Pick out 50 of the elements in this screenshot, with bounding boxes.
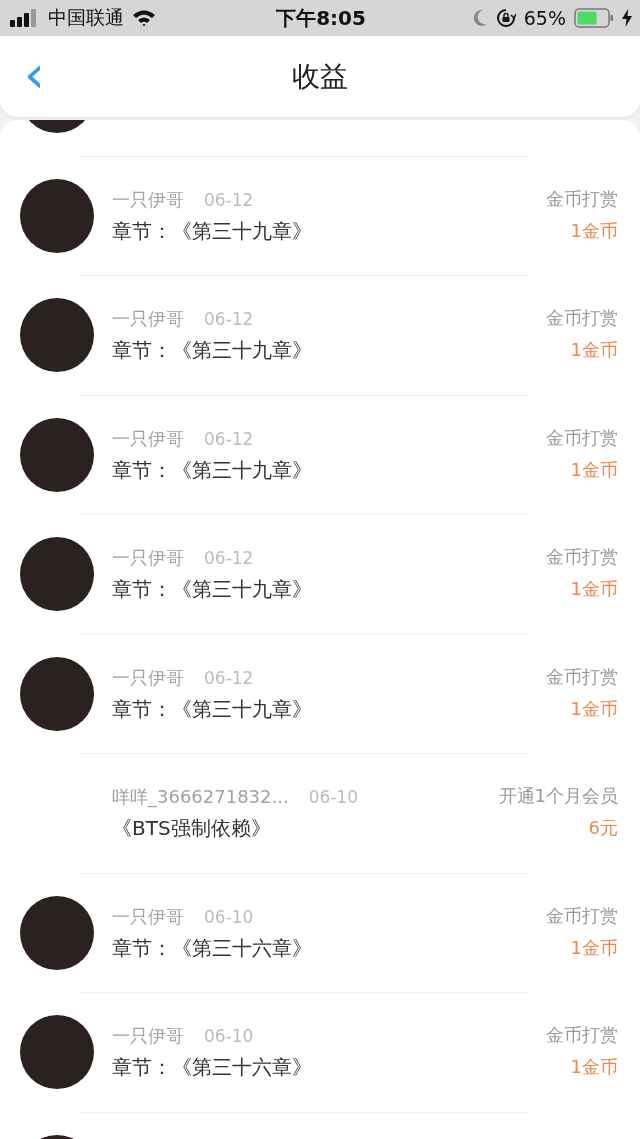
income-type: 金币打赏 <box>546 1023 618 1047</box>
moon-icon <box>471 9 488 27</box>
income-amount: 1金币 <box>569 338 618 362</box>
date-text: 06-12 <box>204 309 254 329</box>
income-amount: 1金币 <box>569 696 618 721</box>
user-name: 一只伊哥 <box>112 665 184 690</box>
wifi-icon <box>132 9 156 27</box>
user-name: 一只伊哥 <box>112 1024 184 1048</box>
user-name: 一只伊哥 <box>112 546 184 570</box>
user-name: 一只伊哥 <box>112 187 184 212</box>
income-amount: 1金币 <box>569 218 618 243</box>
date-text: 06-12 <box>204 189 254 210</box>
income-type: 金币打赏 <box>546 903 618 928</box>
date-text: 06-12 <box>204 428 254 449</box>
battery-percent: 65% <box>523 7 566 29</box>
user-name: 咩咩_3666271832... <box>112 785 289 809</box>
item-title: 章节：《第三十九章》 <box>112 456 313 484</box>
income-type: 金币打赏 <box>546 545 618 569</box>
status-time: 下午8:05 <box>276 4 366 32</box>
item-title: 《BTS强制依赖》 <box>112 815 272 842</box>
income-type: 金币打赏 <box>546 664 618 689</box>
user-name: 一只伊哥 <box>112 904 184 929</box>
item-title: 章节：《第三十六章》 <box>112 934 313 962</box>
income-amount: 6元 <box>587 816 618 840</box>
income-amount: 1金币 <box>569 577 618 601</box>
charging-bolt-icon <box>622 9 632 27</box>
user-name: 一只伊哥 <box>112 426 184 451</box>
item-title: 章节：《第三十九章》 <box>112 576 313 603</box>
income-amount: 1金币 <box>569 457 618 482</box>
income-type: 开通1个月会员 <box>498 784 618 808</box>
item-title: 章节：《第三十六章》 <box>112 1054 313 1081</box>
user-name: 一只伊哥 <box>112 307 184 331</box>
item-title: 章节：《第三十九章》 <box>112 217 313 245</box>
income-type: 金币打赏 <box>546 306 618 330</box>
income-type: 金币打赏 <box>546 186 618 211</box>
date-text: 06-10 <box>204 1026 254 1046</box>
item-title: 章节：《第三十九章》 <box>112 337 313 364</box>
back-button[interactable]: ‹ <box>18 54 51 94</box>
income-amount: 1金币 <box>569 935 618 960</box>
income-amount: 1金币 <box>569 1055 618 1079</box>
income-type: 金币打赏 <box>546 425 618 450</box>
date-text: 06-10 <box>204 906 254 927</box>
date-text: 06-10 <box>308 787 359 807</box>
date-text: 06-12 <box>204 667 254 688</box>
rotation-lock-icon <box>495 8 516 28</box>
item-title: 章节：《第三十九章》 <box>112 695 313 723</box>
page-title: 收益 <box>292 58 348 95</box>
battery-icon <box>574 8 614 28</box>
carrier-name: 中国联通 <box>48 5 124 30</box>
date-text: 06-12 <box>204 548 254 568</box>
